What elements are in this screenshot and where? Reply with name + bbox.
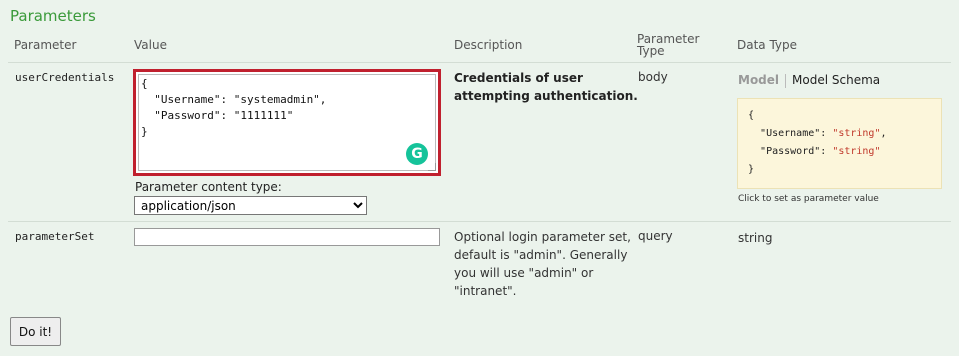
content-type-select[interactable]: application/json [134, 196, 367, 215]
tab-divider [785, 73, 787, 88]
param-name-parameterset: parameterSet [15, 230, 95, 243]
header-data-type: Data Type [737, 38, 798, 52]
value-line: "Username": "systemadmin", [141, 93, 327, 106]
param-name-usercredentials: userCredentials [15, 71, 115, 84]
schema-username-type: "string" [832, 128, 881, 139]
value-line: } [141, 125, 148, 138]
parameterset-data-type: string [738, 231, 773, 245]
value-line: { [141, 77, 148, 90]
schema-hint: Click to set as parameter value [738, 194, 879, 204]
usercredentials-description: Credentials of user attempting authentic… [454, 69, 638, 105]
usercredentials-textarea[interactable]: { "Username": "systemadmin", "Password":… [138, 74, 436, 171]
header-parameter: Parameter [14, 38, 77, 52]
usercredentials-param-type: body [638, 70, 668, 84]
value-line: "Password": "1111111" [141, 109, 294, 122]
section-title: Parameters [10, 7, 96, 25]
description-line: Optional login parameter set, [454, 230, 631, 244]
header-description: Description [454, 38, 523, 52]
description-line: you will use "admin" or [454, 266, 594, 280]
model-tabs: Model Model Schema [738, 73, 880, 88]
row-divider [8, 221, 951, 222]
highlight-box: { "Username": "systemadmin", "Password":… [133, 69, 441, 176]
description-line: Credentials of user [454, 71, 583, 85]
description-line: attempting authentication. [454, 89, 638, 103]
schema-username-key: "Username" [760, 128, 821, 139]
tab-model[interactable]: Model [738, 73, 779, 87]
model-schema-box[interactable]: { "Username": "string", "Password": "str… [737, 98, 942, 189]
schema-close: } [748, 164, 755, 175]
content-type-label: Parameter content type: [135, 180, 282, 194]
schema-open: { [748, 110, 755, 121]
schema-password-type: "string" [832, 146, 881, 157]
parameterset-description: Optional login parameter set, default is… [454, 228, 631, 300]
grammarly-icon[interactable]: G [406, 143, 428, 165]
resize-handle[interactable] [428, 163, 436, 171]
parameterset-input[interactable] [134, 228, 440, 246]
description-line: default is "admin". Generally [454, 248, 628, 262]
tab-model-schema[interactable]: Model Schema [792, 73, 880, 87]
schema-password-line: "Password": "string" [760, 146, 881, 157]
description-line: "intranet". [454, 284, 517, 298]
schema-username-line: "Username": "string", [760, 128, 887, 139]
parameterset-param-type: query [638, 229, 673, 243]
do-it-button[interactable]: Do it! [10, 317, 61, 346]
header-value: Value [134, 38, 167, 52]
header-parameter-type: Parameter Type [637, 33, 699, 57]
schema-password-key: "Password" [760, 146, 821, 157]
header-divider [8, 62, 951, 63]
header-parameter-type-line2: Type [637, 44, 665, 58]
